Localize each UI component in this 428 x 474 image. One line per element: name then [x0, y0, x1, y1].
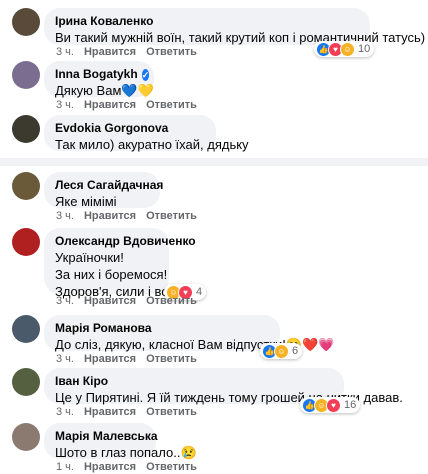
reaction-count: 6 — [292, 345, 299, 357]
reply-button[interactable]: Ответить — [146, 46, 197, 58]
comment-text: Україночки! — [55, 250, 124, 265]
comment-bubble: Inna Bogatykh ✓ Дякую Вам💙💛 — [44, 61, 154, 98]
like-button[interactable]: Нравится — [84, 210, 136, 222]
comment-author[interactable]: Evdokia Gorgonova — [55, 121, 205, 136]
reaction-summary[interactable]: 👍 ☺ 6 — [260, 343, 303, 359]
comment: Леся Сагайдачная Яке мімімі 3 ч. Нравитс… — [0, 172, 428, 232]
comment-text: Дякую Вам💙💛 — [55, 83, 154, 98]
comment-text: Шото в глаз попало..😢 — [55, 445, 197, 460]
avatar[interactable] — [12, 172, 40, 200]
avatar[interactable] — [12, 228, 40, 256]
like-button[interactable]: Нравится — [84, 99, 136, 111]
care-icon: ☺ — [274, 343, 289, 359]
love-icon: ♥ — [326, 397, 341, 413]
reply-button[interactable]: Ответить — [146, 461, 197, 473]
comment-text: Яке мімімі — [55, 194, 117, 209]
comment-bubble: Іван Кіро Це у Пирятині. Я їй тиждень то… — [44, 368, 403, 405]
comment: Марія Романова До сліз, дякую, класної В… — [0, 315, 428, 375]
comment: Ірина Коваленко Ви такий мужній воїн, та… — [0, 8, 428, 68]
comment-time[interactable]: 3 ч. — [56, 353, 74, 365]
comment-time[interactable]: 3 ч. — [56, 46, 74, 58]
comment-text: Це у Пирятині. Я їй тиждень тому грошей … — [55, 390, 403, 405]
avatar[interactable] — [12, 315, 40, 343]
comment-actions: 3 ч. Нравится Ответить — [56, 406, 197, 418]
avatar[interactable] — [12, 115, 40, 143]
comment-bubble: Evdokia Gorgonova Так мило) акуратно їха… — [44, 115, 249, 152]
like-button[interactable]: Нравится — [84, 295, 136, 307]
comment-text: До сліз, дякую, класної Вам відпустки!😊❤… — [55, 337, 335, 352]
reply-button[interactable]: Ответить — [146, 353, 197, 365]
comment-author[interactable]: Марія Романова — [55, 321, 269, 336]
comment-actions: 3 ч. Нравится Ответить — [56, 295, 197, 307]
comment-author[interactable]: Марія Малевська — [55, 429, 158, 444]
reaction-count: 16 — [344, 399, 357, 411]
like-button[interactable]: Нравится — [84, 46, 136, 58]
avatar[interactable] — [12, 8, 40, 36]
like-button[interactable]: Нравится — [84, 406, 136, 418]
comment-actions: 3 ч. Нравится Ответить — [56, 99, 197, 111]
reply-button[interactable]: Ответить — [146, 210, 197, 222]
reaction-count: 10 — [358, 43, 371, 55]
comment: Inna Bogatykh ✓ Дякую Вам💙💛 3 ч. Нравитс… — [0, 61, 428, 121]
verified-badge-icon: ✓ — [141, 68, 150, 81]
avatar[interactable] — [12, 368, 40, 396]
comment: Марія Малевська Шото в глаз попало..😢 1 … — [0, 423, 428, 474]
reaction-summary[interactable]: 👍 ♥ ☺ 10 — [314, 41, 375, 57]
reply-button[interactable]: Ответить — [146, 99, 197, 111]
reply-button[interactable]: Ответить — [146, 295, 197, 307]
avatar[interactable] — [12, 423, 40, 451]
reply-button[interactable]: Ответить — [146, 406, 197, 418]
author-name[interactable]: Inna Bogatykh — [55, 67, 138, 82]
comment-author[interactable]: Леся Сагайдачная — [55, 178, 163, 193]
comment-author[interactable]: Іван Кіро — [55, 374, 333, 389]
comment-author[interactable]: Олександр Вдовиченко — [55, 234, 196, 249]
comment-actions: 3 ч. Нравится Ответить — [56, 46, 197, 58]
comment-text: Ви такий мужній воїн, такий крутий коп і… — [55, 30, 426, 45]
comment-text: Так мило) акуратно їхай, дядьку — [55, 137, 249, 152]
like-button[interactable]: Нравится — [84, 353, 136, 365]
comment-author[interactable]: Inna Bogatykh ✓ — [55, 67, 150, 82]
comment-time[interactable]: 3 ч. — [56, 406, 74, 418]
comment: Evdokia Gorgonova Так мило) акуратно їха… — [0, 115, 428, 175]
comment-time[interactable]: 1 ч. — [56, 461, 74, 473]
comment-bubble: Леся Сагайдачная Яке мімімі — [44, 172, 163, 209]
comment-time[interactable]: 3 ч. — [56, 210, 74, 222]
avatar[interactable] — [12, 61, 40, 89]
comment-bubble: Ірина Коваленко Ви такий мужній воїн, та… — [44, 8, 426, 45]
comment-time[interactable]: 3 ч. — [56, 99, 74, 111]
comment-text: За них і боремося! — [55, 267, 168, 282]
comment-actions: 3 ч. Нравится Ответить — [56, 210, 197, 222]
like-button[interactable]: Нравится — [84, 461, 136, 473]
reaction-summary[interactable]: 👍 ☺ ♥ 16 — [300, 397, 361, 413]
care-icon: ☺ — [340, 41, 355, 57]
comment-bubble: Марія Малевська Шото в глаз попало..😢 — [44, 423, 197, 460]
comment-time[interactable]: 3 ч. — [56, 295, 74, 307]
comment-actions: 3 ч. Нравится Ответить — [56, 353, 197, 365]
comment: Іван Кіро Це у Пирятині. Я їй тиждень то… — [0, 368, 428, 428]
comment-author[interactable]: Ірина Коваленко — [55, 14, 359, 29]
comment-bubble: Олександр Вдовиченко Україночки! За них … — [44, 228, 196, 299]
comment-bubble: Марія Романова До сліз, дякую, класної В… — [44, 315, 335, 352]
comment-actions: 1 ч. Нравится Ответить — [56, 461, 197, 473]
